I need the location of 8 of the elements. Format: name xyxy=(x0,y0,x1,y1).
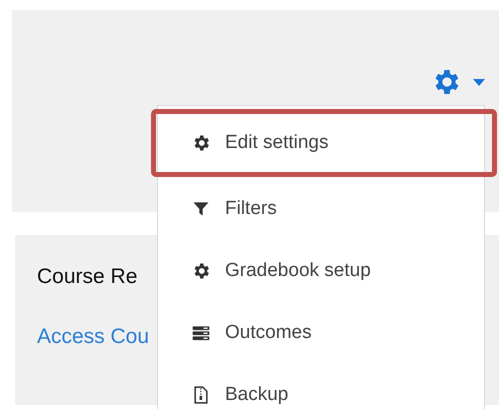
menu-item[interactable]: Filters xyxy=(158,179,484,239)
menu-item[interactable]: Gradebook setup xyxy=(158,241,484,301)
menu-item[interactable]: Edit settings xyxy=(151,109,497,177)
course-title: Course Re xyxy=(37,264,138,290)
menu-item[interactable]: Backup xyxy=(158,365,484,409)
course-link[interactable]: Access Cou xyxy=(37,324,150,348)
menu-item[interactable]: Outcomes xyxy=(158,303,484,363)
caret-icon xyxy=(473,78,485,86)
